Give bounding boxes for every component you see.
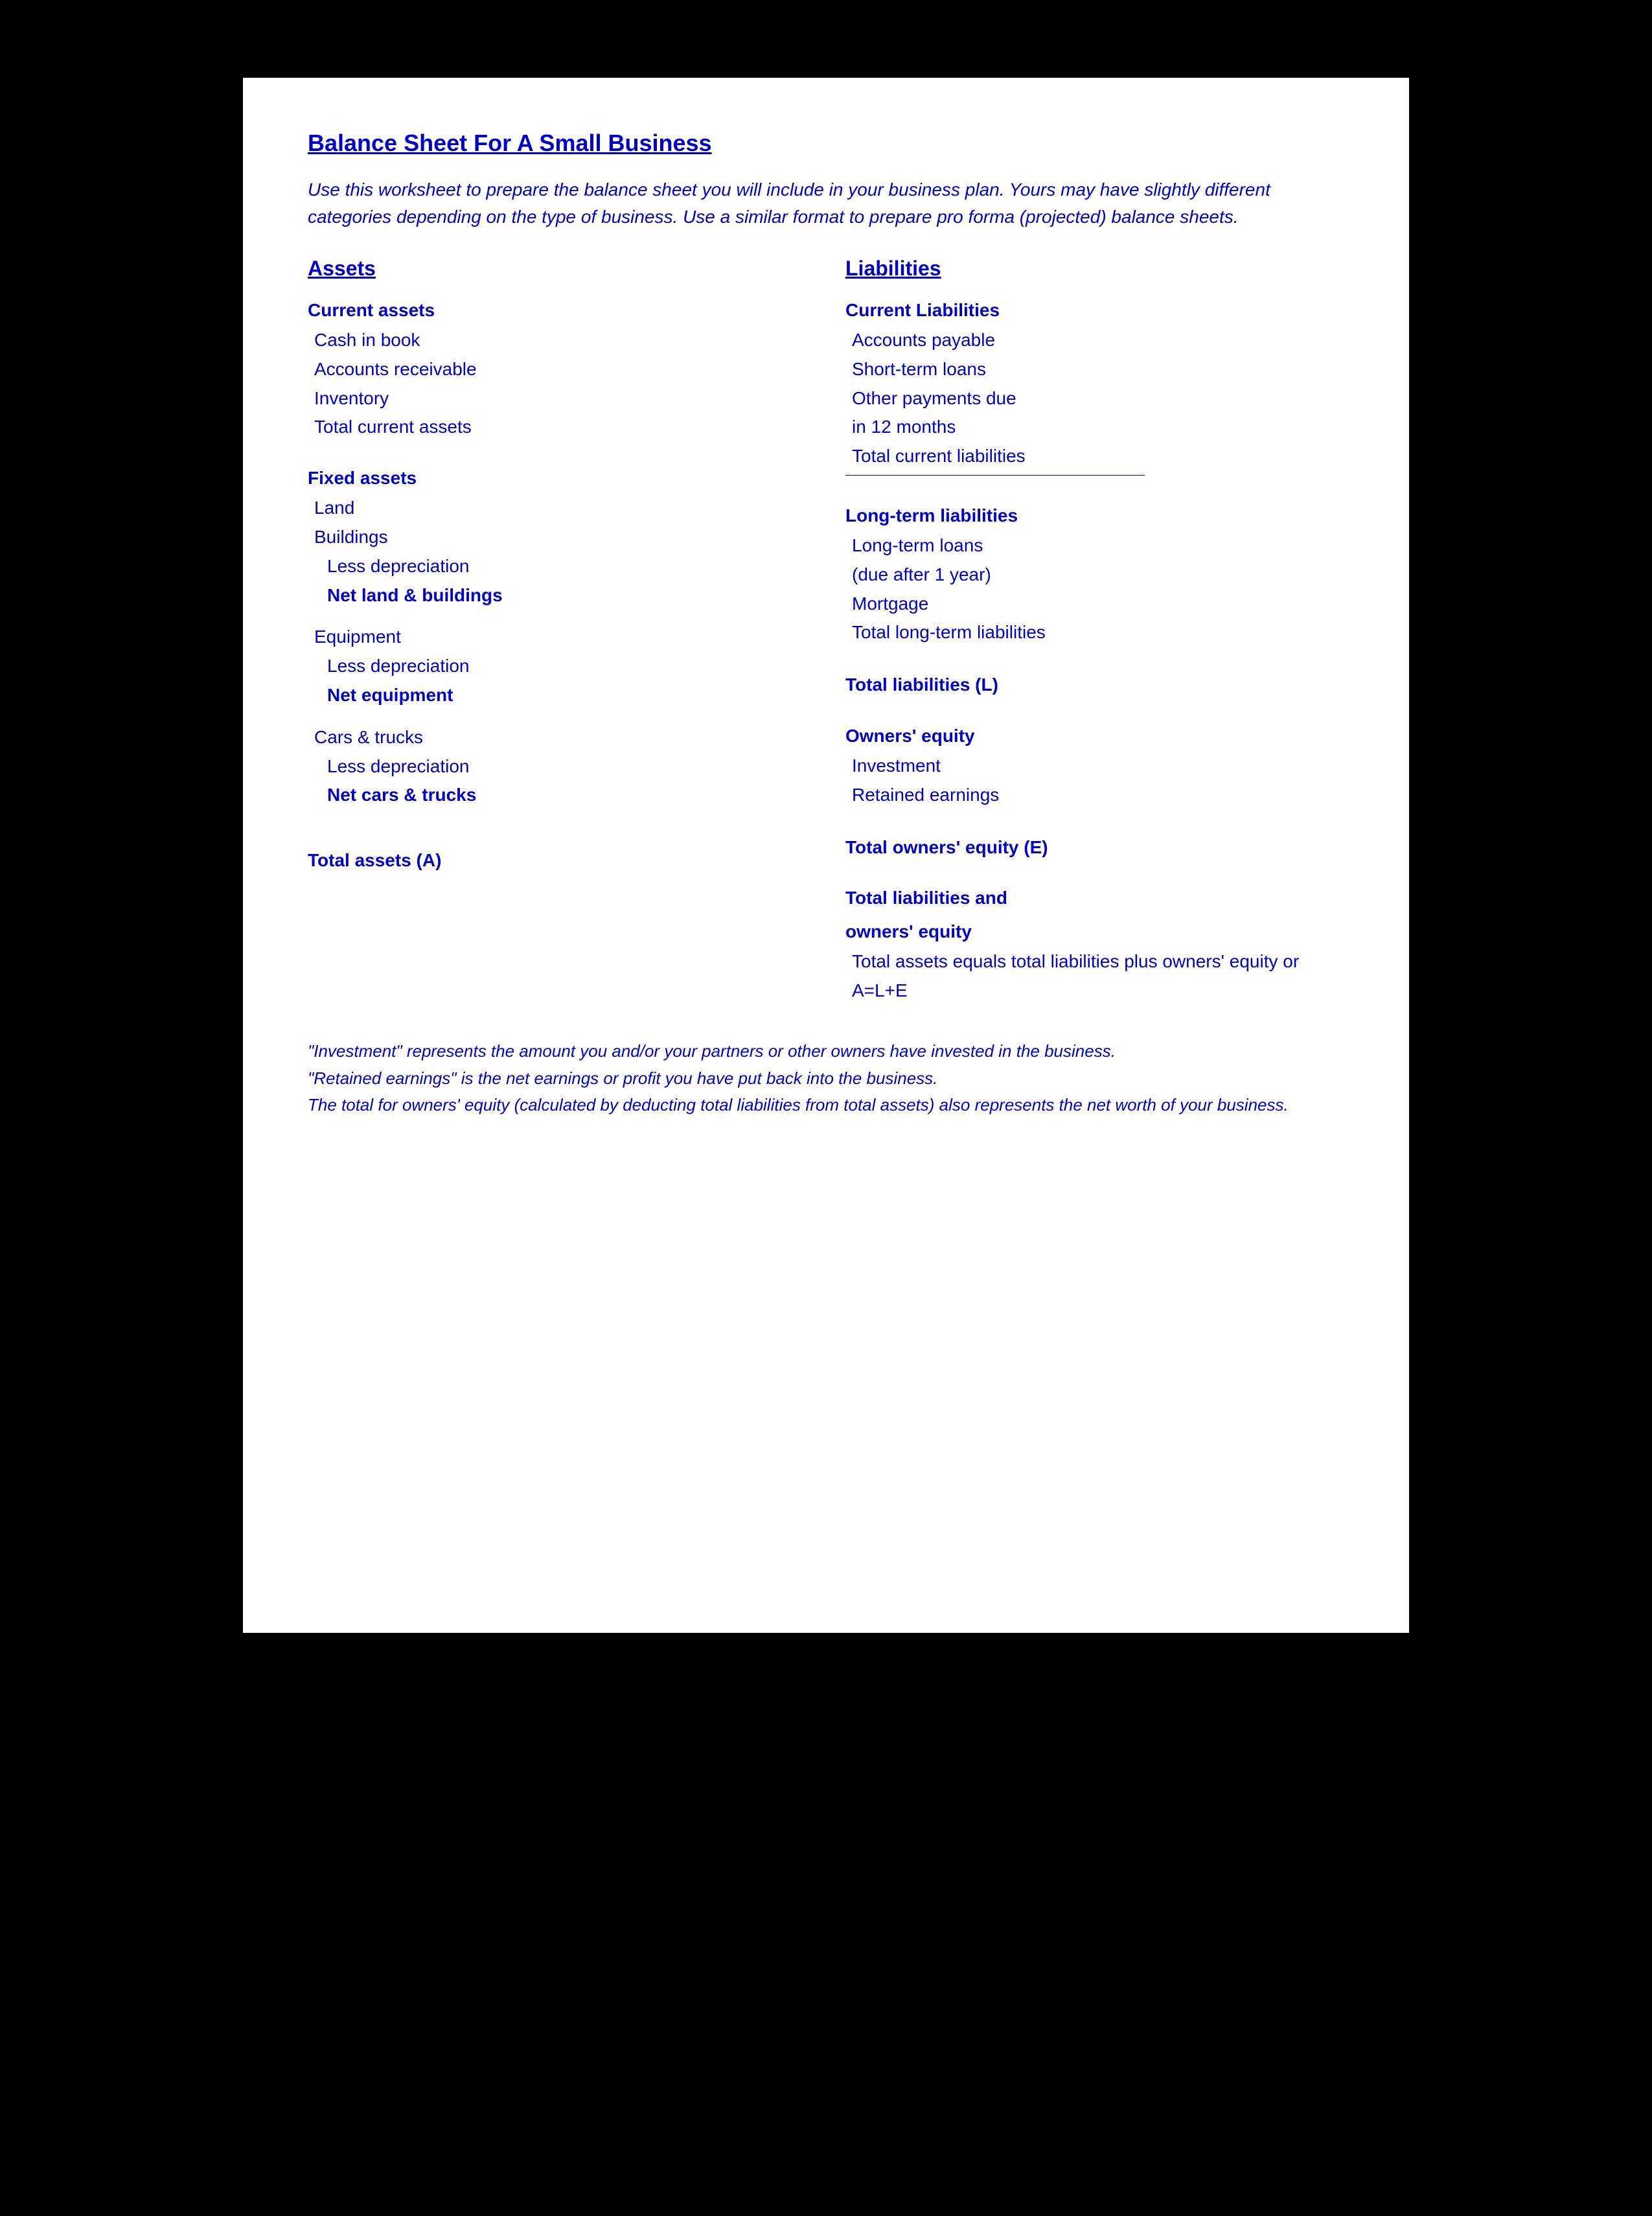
total-liabilities: Total liabilities (L) [845, 671, 1344, 700]
accounts-receivable: Accounts receivable [308, 355, 807, 384]
cars-trucks: Cars & trucks [308, 723, 807, 752]
total-current-liabilities: Total current liabilities [845, 442, 1344, 471]
in-12-months: in 12 months [845, 413, 1344, 442]
owners-equity-header: Owners' equity [845, 726, 1344, 746]
net-equipment: Net equipment [308, 681, 807, 710]
footnotes-section: "Investment" represents the amount you a… [308, 1038, 1344, 1119]
page-title: Balance Sheet For A Small Business [308, 130, 1344, 157]
less-dep-equip: Less depreciation [308, 652, 807, 681]
assets-header: Assets [308, 257, 807, 281]
equipment-label: Equipment [308, 623, 807, 652]
inventory: Inventory [308, 384, 807, 413]
buildings: Buildings [308, 523, 807, 552]
mortgage: Mortgage [845, 590, 1344, 619]
total-long-term-liabilities: Total long-term liabilities [845, 618, 1344, 647]
net-cars-trucks: Net cars & trucks [308, 781, 807, 810]
total-owners-equity: Total owners' equity (E) [845, 833, 1344, 862]
due-after-1-year: (due after 1 year) [845, 560, 1344, 590]
current-liabilities-header: Current Liabilities [845, 300, 1344, 321]
total-assets: Total assets (A) [308, 846, 807, 875]
long-term-loans: Long-term loans [845, 531, 1344, 560]
net-land-buildings: Net land & buildings [308, 581, 807, 610]
total-liabilities-and-line2: owners' equity [845, 921, 1344, 942]
total-assets-equals-note: Total assets equals total liabilities pl… [845, 947, 1344, 1006]
land: Land [308, 494, 807, 523]
total-liabilities-and-line1: Total liabilities and [845, 888, 1344, 908]
footnote-investment: "Investment" represents the amount you a… [308, 1038, 1344, 1065]
short-term-loans: Short-term loans [845, 355, 1344, 384]
retained-earnings: Retained earnings [845, 781, 1344, 810]
assets-column: Assets Current assets Cash in book Accou… [308, 257, 807, 1006]
current-assets-header: Current assets [308, 300, 807, 321]
less-dep-buildings: Less depreciation [308, 552, 807, 581]
cash-in-book: Cash in book [308, 326, 807, 355]
long-term-liabilities-header: Long-term liabilities [845, 505, 1344, 526]
accounts-payable: Accounts payable [845, 326, 1344, 355]
footnote-net-worth: The total for owners' equity (calculated… [308, 1092, 1344, 1119]
intro-paragraph: Use this worksheet to prepare the balanc… [308, 176, 1344, 231]
liabilities-column: Liabilities Current Liabilities Accounts… [845, 257, 1344, 1006]
footnote-retained-earnings: "Retained earnings" is the net earnings … [308, 1065, 1344, 1092]
less-dep-cars: Less depreciation [308, 752, 807, 781]
fixed-assets-header: Fixed assets [308, 468, 807, 489]
investment: Investment [845, 752, 1344, 781]
other-payments-due: Other payments due [845, 384, 1344, 413]
liabilities-header: Liabilities [845, 257, 1344, 281]
total-current-assets: Total current assets [308, 413, 807, 442]
